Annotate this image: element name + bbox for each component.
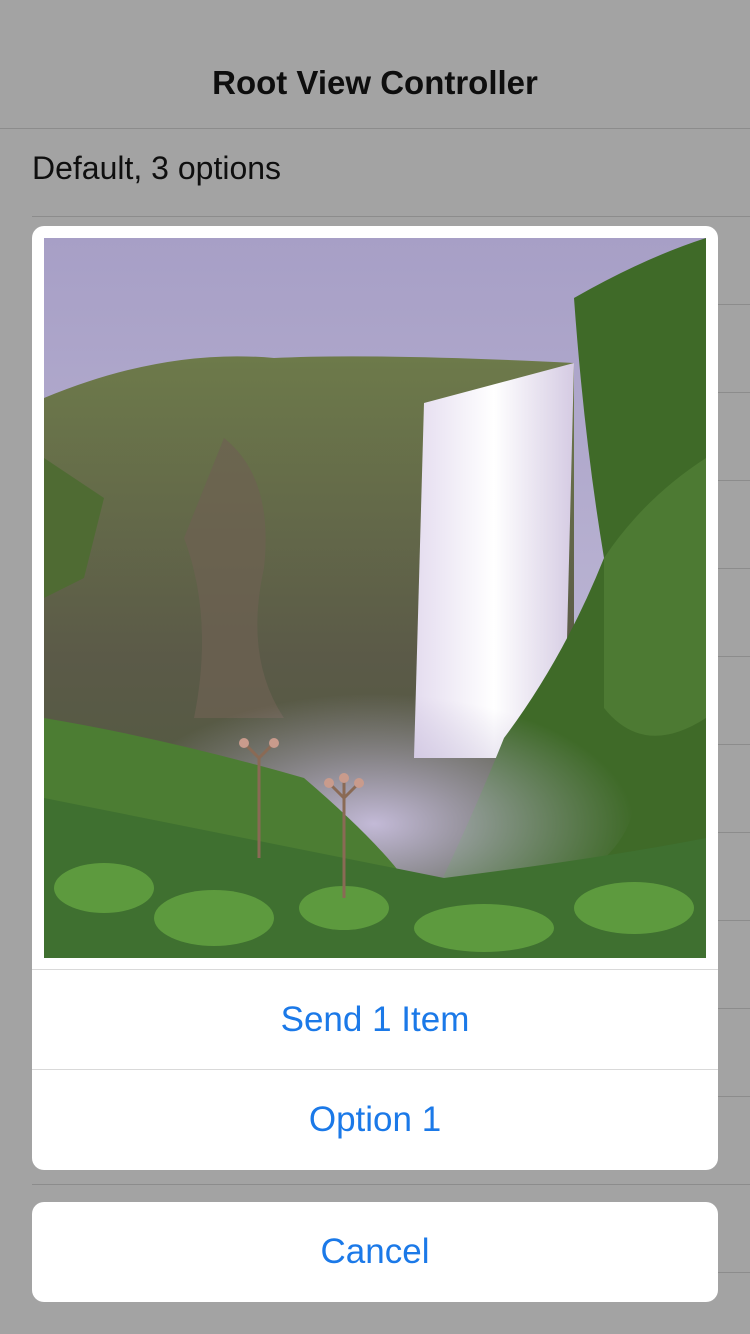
waterfall-photo [44, 238, 706, 958]
send-item-button[interactable]: Send 1 Item [32, 969, 718, 1070]
nav-title: Root View Controller [212, 64, 538, 101]
row-label: Default, 3 options [32, 150, 282, 186]
action-sheet: Send 1 Item Option 1 [32, 226, 718, 1170]
cancel-button[interactable]: Cancel [32, 1202, 718, 1302]
table-row[interactable]: Default, 3 options [32, 128, 750, 217]
option-1-button[interactable]: Option 1 [32, 1069, 718, 1170]
navigation-bar: Root View Controller [0, 0, 750, 129]
